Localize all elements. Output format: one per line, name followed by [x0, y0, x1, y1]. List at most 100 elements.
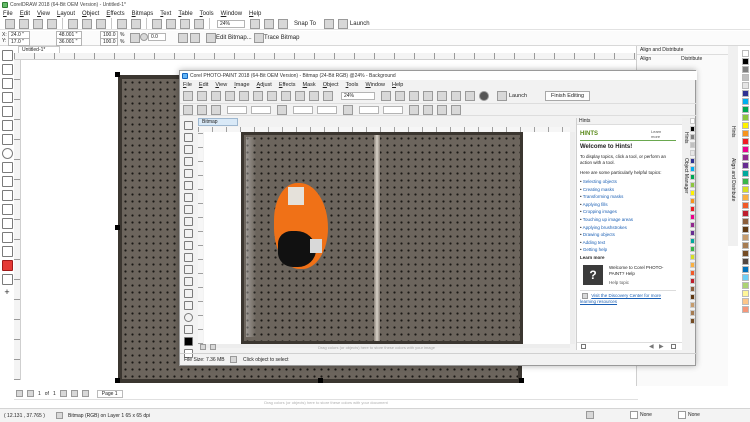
- connector-tool-icon[interactable]: [1, 204, 13, 215]
- interactive-fill-icon[interactable]: [1, 260, 13, 271]
- color-swatch[interactable]: [741, 90, 749, 97]
- snap-to-dropdown[interactable]: Snap To: [294, 21, 316, 27]
- color-swatch[interactable]: [741, 258, 749, 265]
- color-swatch[interactable]: [741, 250, 749, 257]
- inner-color-swatch[interactable]: [690, 254, 695, 260]
- inner-prop-icon-3[interactable]: [211, 104, 221, 115]
- inner-fill-icon[interactable]: [183, 289, 193, 298]
- color-swatch[interactable]: [741, 242, 749, 249]
- hints-learn-more-top[interactable]: Learn more: [651, 129, 671, 139]
- color-swatch[interactable]: [741, 146, 749, 153]
- inner-freehand-mask-icon[interactable]: [183, 157, 193, 166]
- inner-color-swatch[interactable]: [690, 198, 695, 204]
- outer-menu-effects[interactable]: Effects: [106, 11, 124, 17]
- outer-zoom-level[interactable]: 24%: [217, 19, 245, 28]
- selection-handle[interactable]: [115, 378, 120, 383]
- object-manager-vertical-tab[interactable]: Object Manager: [683, 158, 689, 194]
- hint-topic-brushstrokes[interactable]: • Applying brushstrokes: [580, 224, 676, 232]
- inner-import-icon[interactable]: [309, 91, 319, 101]
- color-swatch[interactable]: [741, 202, 749, 209]
- inner-color-swatch[interactable]: [690, 318, 695, 324]
- scale-height-field[interactable]: 100.0: [100, 38, 118, 46]
- drop-shadow-icon[interactable]: [1, 218, 13, 229]
- search-content-icon[interactable]: [152, 18, 162, 29]
- hint-topic-selecting-objects[interactable]: • Selecting objects: [580, 178, 676, 186]
- color-swatch[interactable]: [741, 194, 749, 201]
- hint-topic-touching-up[interactable]: • Touching up image areas: [580, 216, 676, 224]
- publish-pdf-icon[interactable]: [194, 18, 204, 29]
- full-screen-icon[interactable]: [250, 18, 260, 29]
- redo-icon[interactable]: [131, 18, 141, 29]
- color-swatch[interactable]: [741, 282, 749, 289]
- outline-none-icon[interactable]: [678, 411, 686, 419]
- selection-handle[interactable]: [519, 378, 524, 383]
- inner-prop-field-4[interactable]: [317, 105, 337, 114]
- inner-color-swatch[interactable]: [690, 294, 695, 300]
- height-field[interactable]: 36.001 ": [56, 38, 82, 46]
- launch-icon[interactable]: [337, 18, 348, 29]
- outer-menu-edit[interactable]: Edit: [20, 11, 30, 17]
- inner-prop-icon-2[interactable]: [197, 104, 207, 115]
- hint-topic-drawing-objects[interactable]: • Drawing objects: [580, 231, 676, 239]
- inner-zoom-level[interactable]: 24%: [341, 92, 375, 100]
- inner-pick-tool-icon[interactable]: [183, 121, 193, 130]
- inner-export-icon[interactable]: [323, 91, 333, 101]
- inner-menu-object[interactable]: Object: [323, 82, 339, 88]
- inner-color-swatch[interactable]: [690, 206, 695, 212]
- color-swatch[interactable]: [741, 130, 749, 137]
- hints-vertical-tab[interactable]: Hints: [730, 126, 736, 137]
- color-swatch[interactable]: [741, 122, 749, 129]
- inner-prop-field-5[interactable]: [359, 105, 379, 114]
- inner-color-swatch[interactable]: [690, 182, 695, 188]
- inner-prop-icon-7[interactable]: [423, 104, 433, 115]
- selection-handle[interactable]: [115, 72, 120, 77]
- hint-topic-adding-text[interactable]: • Adding text: [580, 239, 676, 247]
- color-swatch[interactable]: [741, 58, 749, 65]
- inner-ellipse-icon[interactable]: [183, 313, 193, 322]
- inner-copy-icon[interactable]: [253, 91, 263, 101]
- grid-icon[interactable]: [278, 18, 288, 29]
- mirror-vertical-icon[interactable]: [190, 33, 200, 43]
- inner-effect-icon[interactable]: [183, 253, 193, 262]
- outer-menu-view[interactable]: View: [37, 11, 50, 17]
- inner-menu-tools[interactable]: Tools: [346, 82, 359, 88]
- edit-bitmap-button[interactable]: Edit Bitmap...: [216, 35, 252, 41]
- inner-object-marquee-icon[interactable]: [465, 91, 475, 101]
- inner-mask-overlay-icon[interactable]: [451, 91, 461, 101]
- color-swatch[interactable]: [741, 298, 749, 305]
- color-swatch[interactable]: [741, 178, 749, 185]
- finish-editing-button[interactable]: Finish Editing: [545, 91, 591, 101]
- inner-color-swatch[interactable]: [690, 310, 695, 316]
- inner-color-swatch[interactable]: [690, 278, 695, 284]
- page-1-tab[interactable]: Page 1: [96, 389, 123, 398]
- cut-icon[interactable]: [68, 18, 78, 29]
- inner-zoom-icon[interactable]: [183, 193, 193, 202]
- inner-prop-field-3[interactable]: [293, 105, 313, 114]
- inner-guidelines-icon[interactable]: [423, 91, 433, 101]
- inner-color-swatch[interactable]: [690, 286, 695, 292]
- fill-none-icon[interactable]: [630, 411, 638, 419]
- color-swatch[interactable]: [741, 290, 749, 297]
- trace-bitmap-icon[interactable]: [254, 33, 264, 43]
- inner-prop-icon-5[interactable]: [343, 104, 353, 115]
- previous-page-icon[interactable]: [27, 390, 34, 397]
- inner-palette-menu-icon[interactable]: [200, 344, 206, 350]
- inner-color-swatch[interactable]: [690, 134, 695, 140]
- color-proof-icon[interactable]: [586, 411, 594, 419]
- color-swatch[interactable]: [741, 266, 749, 273]
- inner-launch-icon[interactable]: [497, 91, 507, 101]
- trace-bitmap-button[interactable]: Trace Bitmap: [264, 35, 299, 41]
- save-icon[interactable]: [33, 18, 43, 29]
- inner-rect-mask-icon[interactable]: [183, 145, 193, 154]
- options-gear-icon[interactable]: [323, 18, 334, 29]
- inner-print-icon[interactable]: [225, 91, 235, 101]
- color-swatch[interactable]: [741, 106, 749, 113]
- inner-menu-window[interactable]: Window: [365, 82, 385, 88]
- inner-save-icon[interactable]: [211, 91, 221, 101]
- text-tool-icon[interactable]: [1, 176, 13, 187]
- inner-grid-icon[interactable]: [409, 91, 419, 101]
- inner-eyedropper-icon[interactable]: [183, 205, 193, 214]
- color-swatch[interactable]: [741, 306, 749, 313]
- inner-color-swatch[interactable]: [690, 174, 695, 180]
- inner-rectangle-icon[interactable]: [183, 301, 193, 310]
